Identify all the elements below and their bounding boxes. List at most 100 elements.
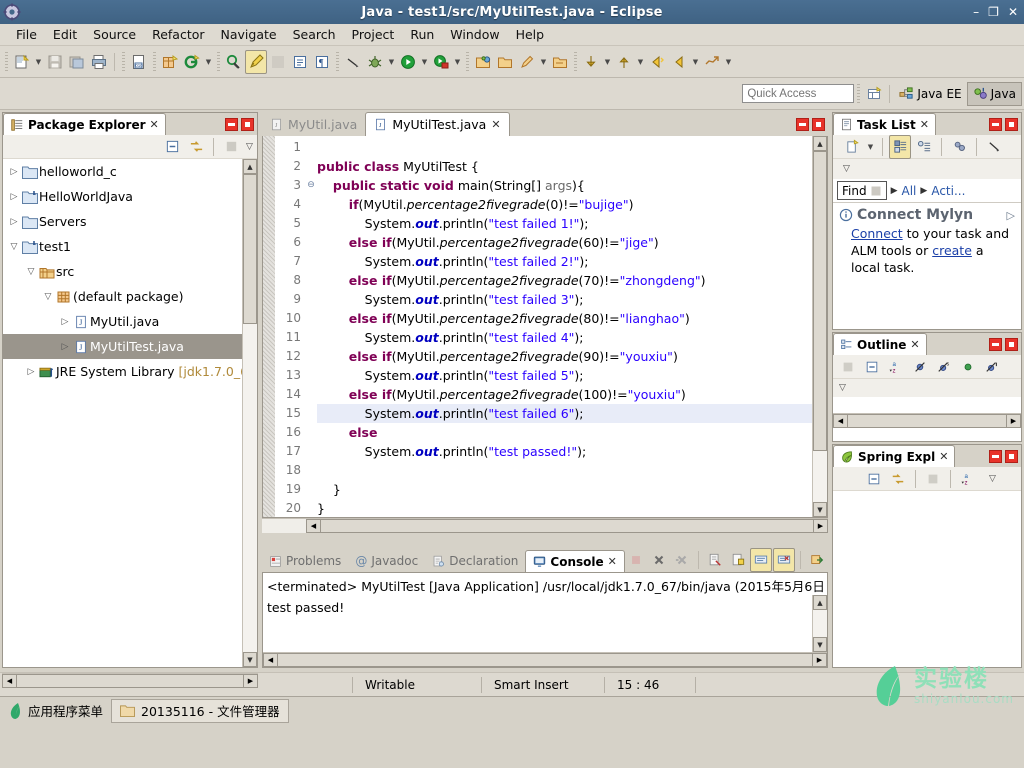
spring-explorer-view-menu-icon[interactable]: ▽ xyxy=(987,467,998,491)
console-tab-close-icon[interactable]: ✕ xyxy=(608,555,617,568)
collapse-tasks-icon[interactable] xyxy=(983,135,1005,159)
filter-icon[interactable] xyxy=(922,467,944,491)
run-external-tools-icon[interactable] xyxy=(430,50,452,74)
debug-icon[interactable] xyxy=(364,50,386,74)
code-line[interactable]: System.out.println("test failed 1!"); xyxy=(317,214,812,233)
last-edit-location-icon[interactable] xyxy=(701,50,723,74)
perspective-java-ee[interactable]: Java EE xyxy=(894,82,966,106)
menu-navigate[interactable]: Navigate xyxy=(213,25,285,44)
skip-breakpoints-icon[interactable] xyxy=(267,50,289,74)
outline-minimize-button[interactable] xyxy=(989,337,1002,351)
tree-twisty-collapsed-icon[interactable]: ▷ xyxy=(58,342,72,352)
code-line[interactable]: } xyxy=(317,499,812,517)
scroll-thumb[interactable] xyxy=(813,151,827,451)
forward-dropdown-icon[interactable]: ▼ xyxy=(690,50,701,74)
previous-annotation-icon[interactable] xyxy=(613,50,635,74)
tree-twisty-collapsed-icon[interactable]: ▷ xyxy=(58,317,72,327)
code-editor[interactable]: 1 2 3 4 5 6 7 8 9 10 11 12 13 14 15 16 17 18 19 20 ⊖ public… xyxy=(262,136,828,518)
scroll-right-icon[interactable]: ▶ xyxy=(243,674,258,688)
package-explorer-close-icon[interactable]: ✕ xyxy=(150,118,159,131)
code-line[interactable]: if(MyUtil.percentage2fivegrade(0)!="buji… xyxy=(317,195,812,214)
tree-item-helloworld-c[interactable]: ▷ helloworld_c xyxy=(3,159,257,184)
tab-javadoc[interactable]: @ Javadoc xyxy=(348,550,425,572)
code-line[interactable] xyxy=(317,461,812,480)
perspective-java[interactable]: Java xyxy=(966,81,1022,106)
tree-twisty-collapsed-icon[interactable]: ▷ xyxy=(7,217,21,227)
code-line[interactable]: public class MyUtilTest { xyxy=(317,157,812,176)
taskbar-window-file-manager[interactable]: 20135116 - 文件管理器 xyxy=(111,698,289,723)
close-button[interactable]: ✕ xyxy=(1008,6,1018,18)
scroll-left-icon[interactable]: ◀ xyxy=(306,519,321,533)
scroll-left-icon[interactable]: ◀ xyxy=(833,414,848,428)
console-vscrollbar[interactable]: ▲ ▼ xyxy=(812,595,827,652)
categorized-presentation-icon[interactable] xyxy=(889,134,911,159)
hscroll-thumb[interactable] xyxy=(278,653,812,667)
menu-refactor[interactable]: Refactor xyxy=(144,25,212,44)
spring-explorer-maximize-button[interactable] xyxy=(1005,449,1018,463)
show-console-on-output-icon[interactable] xyxy=(749,548,772,572)
code-line[interactable]: public static void main(String[] args){ xyxy=(317,176,812,195)
tab-problems[interactable]: Problems xyxy=(262,550,348,572)
scroll-track[interactable] xyxy=(813,151,827,502)
collapse-all-icon[interactable] xyxy=(161,135,183,159)
hide-nonpublic-icon[interactable] xyxy=(957,355,979,379)
tree-item-helloworldjava[interactable]: ▷ HelloWorldJava xyxy=(3,184,257,209)
menu-help[interactable]: Help xyxy=(508,25,553,44)
tree-item-myutiltest-java[interactable]: ▷ J MyUtilTest.java xyxy=(3,334,257,359)
toolbar-drag-handle[interactable] xyxy=(5,51,8,72)
tree-item-test1[interactable]: ▽ test1 xyxy=(3,234,257,259)
remove-launch-icon[interactable] xyxy=(648,548,670,572)
code-line[interactable]: else if(MyUtil.percentage2fivegrade(90)!… xyxy=(317,347,812,366)
previous-annotation-dropdown-icon[interactable]: ▼ xyxy=(635,50,646,74)
terminate-all-icon[interactable] xyxy=(625,548,647,572)
connect-link[interactable]: Connect xyxy=(851,226,903,241)
editor-tab-myutil[interactable]: J MyUtil.java xyxy=(262,112,365,136)
application-menu-button[interactable]: 应用程序菜单 xyxy=(0,699,111,723)
pin-console-icon[interactable] xyxy=(806,548,828,572)
save-icon[interactable] xyxy=(44,50,66,74)
scroll-right-icon[interactable]: ▶ xyxy=(812,653,827,667)
tree-item-src[interactable]: ▽ src xyxy=(3,259,257,284)
task-list-minimize-button[interactable] xyxy=(989,117,1002,131)
remove-all-launches-icon[interactable] xyxy=(671,548,693,572)
external-tools-dropdown-icon[interactable]: ▼ xyxy=(452,50,463,74)
menu-source[interactable]: Source xyxy=(85,25,144,44)
save-all-icon[interactable] xyxy=(66,50,88,74)
code-line[interactable]: System.out.println("test failed 5"); xyxy=(317,366,812,385)
editor-maximize-button[interactable] xyxy=(812,117,825,131)
tree-item-default-package[interactable]: ▽ (default package) xyxy=(3,284,257,309)
tree-twisty-expanded-icon[interactable]: ▽ xyxy=(24,267,38,277)
toolbar-drag-handle[interactable] xyxy=(574,51,577,72)
menu-run[interactable]: Run xyxy=(402,25,442,44)
code-line[interactable]: } xyxy=(317,480,812,499)
annotation-icon[interactable] xyxy=(516,50,538,74)
scroll-up-icon[interactable]: ▲ xyxy=(813,595,827,610)
tab-declaration[interactable]: Declaration xyxy=(425,550,525,572)
package-explorer-minimize-button[interactable] xyxy=(225,117,238,131)
new-java-project-icon[interactable] xyxy=(472,50,494,74)
show-console-on-error-icon[interactable] xyxy=(772,548,795,572)
open-perspective-icon[interactable] xyxy=(863,82,885,106)
scroll-down-icon[interactable]: ▼ xyxy=(813,637,827,652)
print-icon[interactable] xyxy=(88,50,110,74)
next-annotation-dropdown-icon[interactable]: ▼ xyxy=(602,50,613,74)
collapse-all-icon[interactable] xyxy=(863,467,885,491)
toolbar-drag-handle[interactable] xyxy=(153,51,156,72)
run-dropdown-icon[interactable]: ▼ xyxy=(419,50,430,74)
new-java-file-icon[interactable]: 010 xyxy=(128,50,150,74)
clear-console-icon[interactable] xyxy=(704,548,726,572)
tab-spring-explorer[interactable]: Spring Expl ✕ xyxy=(833,445,956,467)
scroll-track[interactable] xyxy=(813,610,827,637)
hide-local-icon[interactable] xyxy=(981,355,1003,379)
run-icon[interactable] xyxy=(397,50,419,74)
open-type-icon[interactable] xyxy=(223,50,245,74)
menu-file[interactable]: File xyxy=(8,25,45,44)
code-line[interactable]: System.out.println("test failed 6"); xyxy=(317,404,812,423)
task-find-button[interactable]: Find xyxy=(837,181,887,200)
outline-view-menu-icon[interactable]: ▽ xyxy=(837,376,848,400)
package-explorer-hscrollbar[interactable]: ◀ ▶ xyxy=(2,673,258,688)
hscroll-thumb[interactable] xyxy=(17,674,243,688)
quick-access-input[interactable] xyxy=(742,84,855,103)
editor-minimize-button[interactable] xyxy=(796,117,809,131)
editor-tab-close-icon[interactable]: ✕ xyxy=(491,118,500,131)
